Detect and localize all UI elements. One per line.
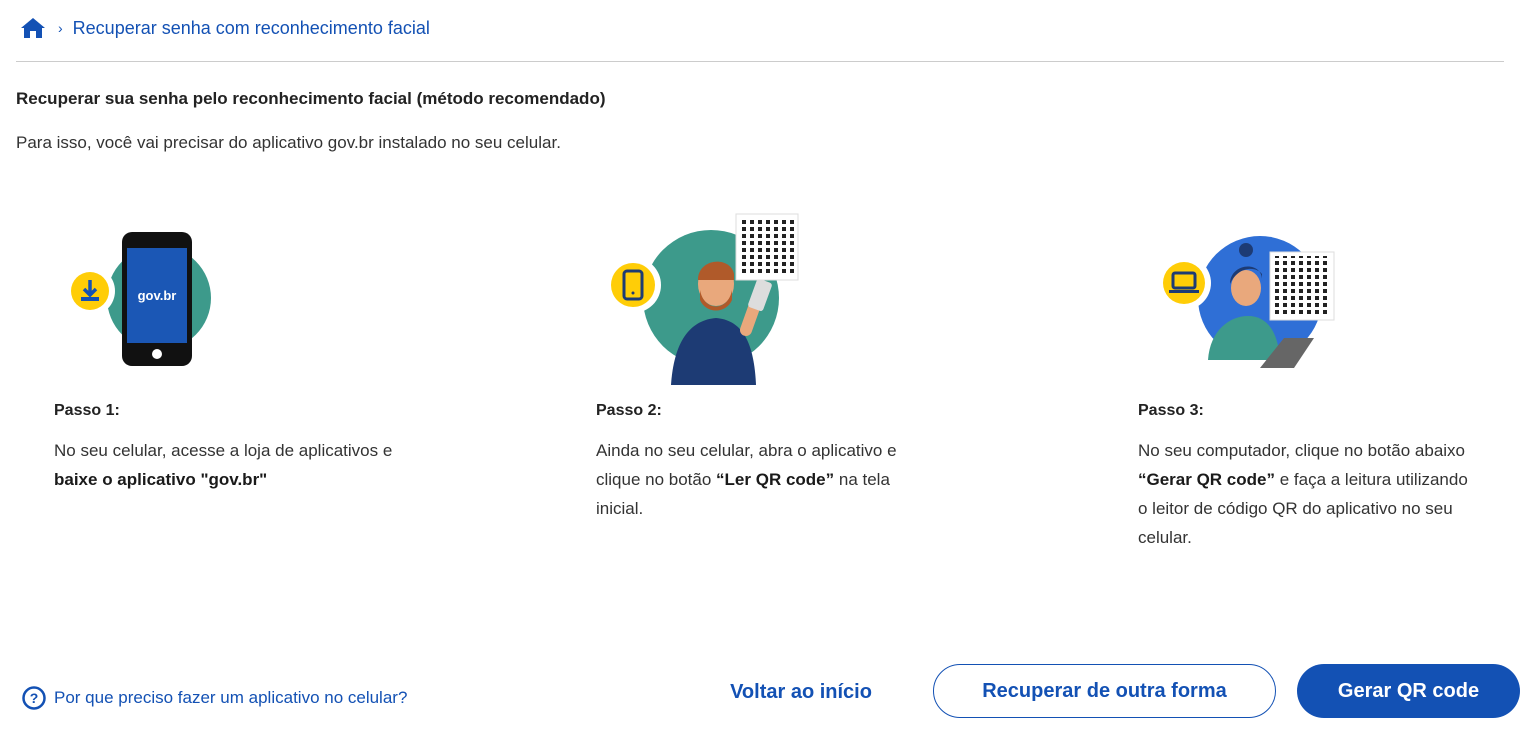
step-1-label: Passo 1: [54,402,120,419]
home-icon[interactable] [20,17,46,39]
header-divider [16,61,1504,62]
breadcrumb-current[interactable]: Recuperar senha com reconhecimento facia… [73,18,430,39]
step-1-text-bold: baixe o aplicativo "gov.br" [54,470,268,489]
svg-text:?: ? [30,690,39,706]
help-link[interactable]: Por que preciso fazer um aplicativo no c… [54,688,407,708]
qr-code-image [742,217,796,273]
generate-qr-code-button[interactable]: Gerar QR code [1297,664,1520,718]
laptop-icon [1156,255,1212,316]
help-link-row[interactable]: ? Por que preciso fazer um aplicativo no… [22,686,407,710]
recover-other-way-button[interactable]: Recuperar de outra forma [933,664,1276,718]
qr-code-image [1275,256,1330,314]
page-title: Recuperar sua senha pelo reconhecimento … [16,89,606,108]
step-3-text-bold: “Gerar QR code” [1138,470,1275,489]
question-circle-icon: ? [22,686,46,710]
step-2-text-bold: “Ler QR code” [716,470,835,489]
step-3-label: Passo 3: [1138,402,1204,419]
breadcrumb: › Recuperar senha com reconhecimento fac… [20,14,430,42]
page-subtitle: Para isso, você vai precisar do aplicati… [16,133,561,152]
phone-brand: gov.br [138,288,177,303]
step-3-text-start: No seu computador, clique no botão abaix… [1138,441,1466,460]
step-3-text: No seu computador, clique no botão abaix… [1138,436,1478,552]
step-1-text: No seu celular, acesse a loja de aplicat… [54,436,394,494]
breadcrumb-separator: › [58,20,63,36]
back-to-start-button[interactable]: Voltar ao início [706,668,896,716]
download-icon [64,265,116,322]
step-2-label: Passo 2: [596,402,662,419]
step-2-text: Ainda no seu celular, abra o aplicativo … [596,436,936,523]
smartphone-icon [604,256,662,319]
step-1-text-start: No seu celular, acesse a loja de aplicat… [54,441,393,460]
